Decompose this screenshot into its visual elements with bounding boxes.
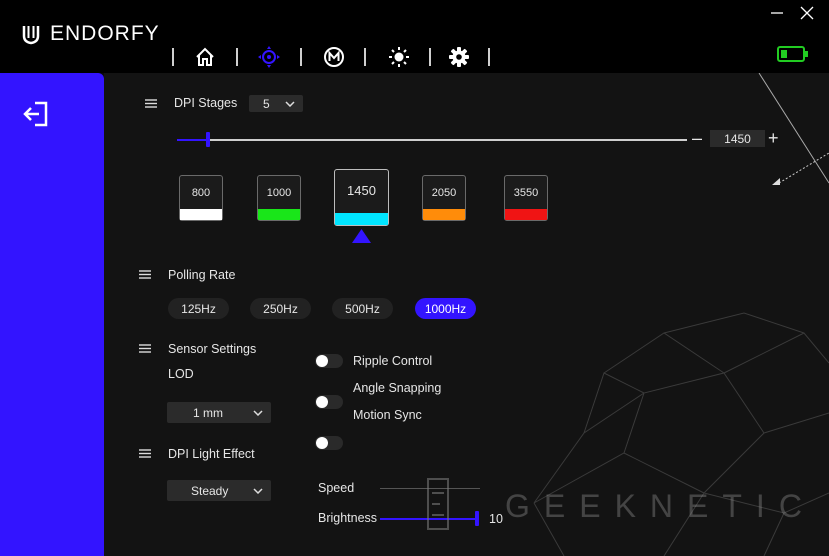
endorfy-logo-icon [22,26,40,45]
dpi-slider-track[interactable] [177,139,687,141]
brightness-value: 10 [489,512,503,526]
battery-indicator [777,45,809,68]
brand-logo: ENDORFY [20,22,160,46]
dpi-slider-fill [177,139,208,141]
dpi-stages-count-select[interactable]: 5 [249,95,303,112]
dpi-stage-color-bar [423,209,465,220]
light-effect-select[interactable]: Steady [167,480,271,501]
polling-option-125hz[interactable]: 125Hz [168,298,229,319]
toggle-knob [316,437,328,449]
watermark-logo-icon [427,478,449,530]
lod-select[interactable]: 1 mm [167,402,271,423]
close-icon [800,6,814,20]
dpi-decrease-button[interactable]: – [692,129,702,147]
exit-arrow-icon [23,101,48,127]
dpi-stage-card-selected[interactable]: 1450 [334,169,389,226]
dpi-stage-value: 2050 [431,187,457,199]
close-button[interactable] [796,4,818,22]
dpi-stage-value: 1450 [347,183,376,198]
toggle-knob [316,396,328,408]
watermark-text: GEEKNETIC [505,488,816,524]
home-icon [196,47,214,66]
dpi-stage-value: 1000 [266,187,292,199]
motion-sync-label: Motion Sync [353,408,422,422]
dpi-stages-title: DPI Stages [174,96,238,110]
dpi-stage-card[interactable]: 1000 [257,175,301,221]
dpi-stage-card[interactable]: 800 [179,175,223,221]
dpi-stage-card[interactable]: 3550 [504,175,548,221]
dpi-stages-count-value: 5 [263,96,270,111]
brightness-label: Brightness [318,511,378,525]
dpi-stage-value: 800 [191,187,211,199]
polling-rate-title: Polling Rate [168,268,236,282]
dpi-stage-color-bar [335,213,388,225]
nav-home-button[interactable] [192,44,218,70]
lod-value: 1 mm [193,405,223,420]
dpi-stage-card[interactable]: 2050 [422,175,466,221]
chevron-down-icon [253,409,263,416]
selected-stage-indicator-icon [352,229,371,243]
dpi-value-field[interactable]: 1450 [710,130,765,147]
back-button[interactable] [22,100,52,128]
polling-option-500hz[interactable]: 500Hz [332,298,393,319]
angle-snapping-toggle[interactable] [315,395,343,409]
minimize-button[interactable] [766,4,788,22]
settings-gear-icon [449,47,469,67]
brand-name: ENDORFY [50,22,160,45]
macro-m-icon [324,47,344,67]
nav-separator [364,48,366,66]
speed-label: Speed [318,481,355,495]
polling-option-250hz[interactable]: 250Hz [250,298,311,319]
nav-separator [300,48,302,66]
menu-lines-icon [139,449,151,458]
chevron-down-icon [285,100,295,107]
dpi-increase-button[interactable]: + [768,129,779,147]
dpi-stage-value: 3550 [513,187,539,199]
nav-separator [172,48,174,66]
battery-icon [777,46,808,62]
menu-lines-icon [145,99,157,108]
ripple-control-label: Ripple Control [353,354,433,368]
dpi-stage-color-bar [505,209,547,220]
light-effect-value: Steady [191,483,229,498]
nav-separator [488,48,490,66]
nav-dpi-button[interactable] [256,44,282,70]
nav-macro-button[interactable] [321,44,347,70]
motion-sync-toggle[interactable] [315,436,343,450]
polling-option-1000hz[interactable]: 1000Hz [415,298,476,319]
dpi-light-effect-title: DPI Light Effect [168,447,255,461]
nav-settings-button[interactable] [446,44,472,70]
dpi-slider-thumb[interactable] [206,132,210,147]
nav-separator [429,48,431,66]
dpi-target-icon [258,46,280,68]
lod-label: LOD [168,367,194,381]
ripple-control-toggle[interactable] [315,354,343,368]
nav-lighting-button[interactable] [386,44,412,70]
sidebar [0,73,104,556]
menu-lines-icon [139,344,151,353]
minimize-icon [771,12,783,14]
dpi-stage-color-bar [180,209,222,220]
sensor-settings-title: Sensor Settings [168,342,257,356]
angle-snapping-label: Angle Snapping [353,381,442,395]
toggle-knob [316,355,328,367]
menu-lines-icon [139,270,151,279]
dpi-stage-color-bar [258,209,300,220]
brightness-slider-thumb[interactable] [475,511,479,526]
nav-separator [236,48,238,66]
lighting-sun-icon [389,47,409,67]
chevron-down-icon [253,487,263,494]
